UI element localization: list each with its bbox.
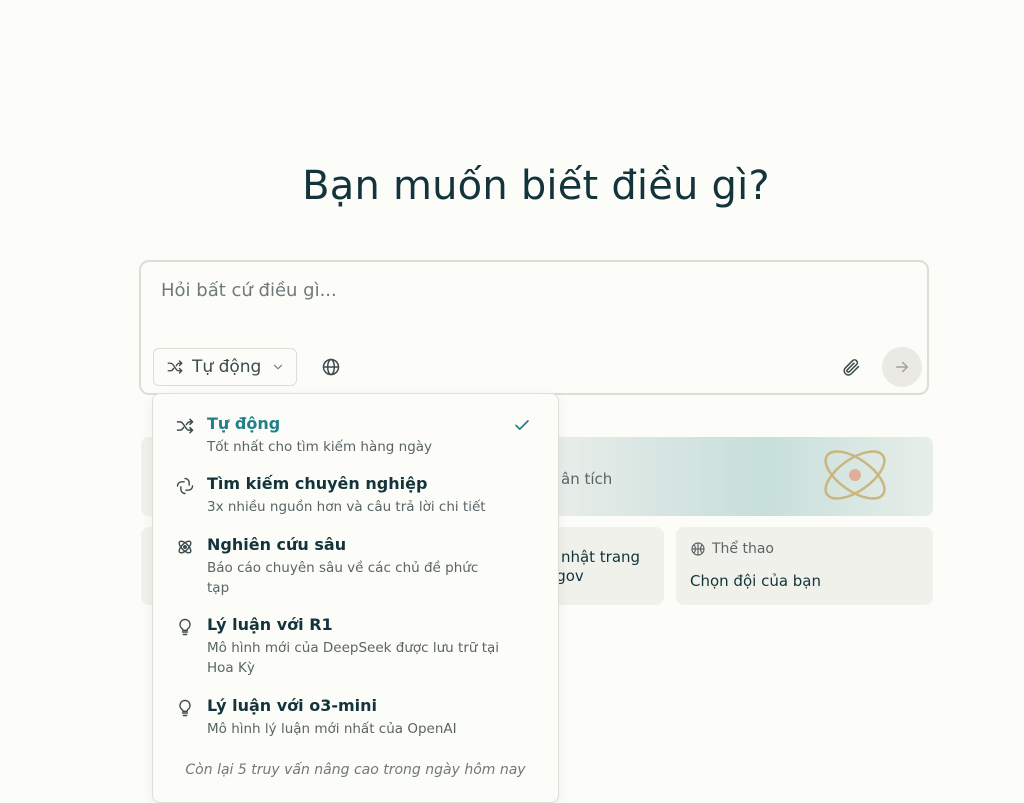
sources-button[interactable]	[321, 357, 343, 379]
mode-option-description: 3x nhiều nguồn hơn và câu trả lời chi ti…	[207, 499, 486, 515]
mode-option-auto[interactable]: Tự động Tốt nhất cho tìm kiếm hàng ngày	[153, 414, 558, 458]
search-input[interactable]	[161, 280, 761, 301]
atom-icon	[178, 540, 192, 554]
shuffle-icon	[176, 418, 194, 434]
search-box: Tự động	[139, 260, 929, 395]
sports-card-text: Chọn đội của bạn	[690, 572, 822, 590]
mode-option-label: Lý luận với o3-mini	[207, 696, 378, 715]
mode-option-pro-search[interactable]: Tìm kiếm chuyên nghiệp 3x nhiều nguồn hơ…	[153, 474, 558, 518]
search-mode-button[interactable]: Tự động	[153, 348, 297, 386]
mode-option-label: Tự động	[207, 414, 281, 433]
lightbulb-icon	[179, 699, 191, 717]
page-title: Bạn muốn biết điều gì?	[302, 163, 770, 209]
mode-option-deep-research[interactable]: Nghiên cứu sâu Báo cáo chuyên sâu về các…	[153, 535, 558, 597]
mode-option-o3-mini[interactable]: Lý luận với o3-mini Mô hình lý luận mới …	[153, 696, 558, 740]
sports-card[interactable]: Thể thao Chọn đội của bạn	[676, 527, 933, 605]
mode-option-label: Nghiên cứu sâu	[207, 535, 347, 554]
mode-option-description: Báo cáo chuyên sâu về các chủ đề phức tạ…	[207, 560, 479, 596]
remaining-queries-text: Còn lại 5 truy vấn nâng cao trong ngày h…	[185, 762, 526, 778]
basketball-icon	[691, 542, 705, 556]
mode-option-label: Lý luận với R1	[207, 615, 333, 634]
banner-text: ân tích	[561, 470, 613, 488]
globe-icon	[322, 358, 340, 376]
suggestion-card-line-1: o nhật trang	[547, 548, 641, 566]
sports-tag-label: Thể thao	[712, 541, 774, 557]
send-button[interactable]	[882, 347, 922, 387]
mode-option-description: Mô hình mới của DeepSeek được lưu trữ tạ…	[207, 640, 500, 676]
chevron-down-icon	[274, 364, 283, 370]
mode-option-label: Tìm kiếm chuyên nghiệp	[207, 474, 428, 493]
search-mode-label: Tự động	[192, 357, 262, 377]
sports-tag: Thể thao	[690, 541, 774, 557]
pro-search-icon	[176, 477, 194, 495]
shuffle-icon	[167, 360, 183, 374]
mode-option-r1[interactable]: Lý luận với R1 Mô hình mới của DeepSeek …	[153, 615, 558, 677]
mode-option-description: Tốt nhất cho tìm kiếm hàng ngày	[207, 439, 433, 455]
lightbulb-icon	[179, 618, 191, 636]
arrow-right-icon	[896, 361, 908, 373]
mode-option-description: Mô hình lý luận mới nhất của OpenAI	[207, 721, 457, 737]
attach-button[interactable]	[841, 357, 863, 379]
checkmark-icon	[515, 420, 529, 430]
search-mode-dropdown: Tự động Tốt nhất cho tìm kiếm hàng ngày …	[152, 393, 559, 803]
paperclip-icon	[843, 359, 860, 376]
